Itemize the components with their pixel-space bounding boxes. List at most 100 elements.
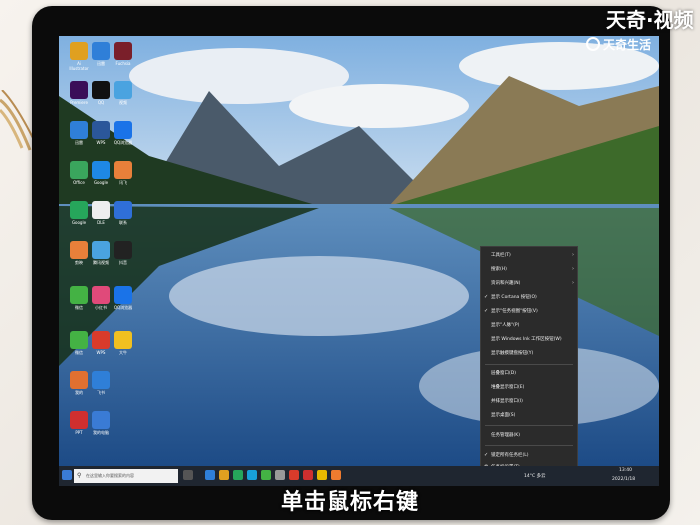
desktop-icon[interactable]: 剪映 xyxy=(67,241,91,270)
desktop-icon[interactable]: 我的电脑 xyxy=(89,411,113,440)
desktop-icon[interactable]: 飞书 xyxy=(89,371,113,400)
desktop-icon-label: 联系 xyxy=(119,220,127,225)
desktop-icon[interactable]: 讯飞 xyxy=(111,161,135,190)
menu-item-label: 任务管理器(K) xyxy=(491,433,520,438)
desktop-icon[interactable]: Ai Illustrator xyxy=(67,42,91,71)
taskbar-search-box[interactable]: ⚲ 在这里输入你要搜索的内容 xyxy=(74,469,178,483)
chevron-right-icon: › xyxy=(572,280,574,286)
desktop-icon[interactable]: 视频 xyxy=(111,81,135,110)
notes-icon[interactable] xyxy=(317,470,327,480)
desktop-icon[interactable]: 微信 xyxy=(67,331,91,360)
desktop-icon-label: 微信 xyxy=(75,305,83,310)
desktop-icon[interactable]: Google xyxy=(67,201,91,230)
desktop-icon-label: QQ浏览器 xyxy=(113,305,133,310)
menu-item-label: 并排显示窗口(I) xyxy=(491,399,523,404)
desktop-icons: Ai Illustrator 迅雷 Fuchsia Premiere QQ 视频 迅雷 WPS… xyxy=(59,36,139,466)
desktop-icon[interactable]: 迅雷 xyxy=(89,42,113,71)
menu-item[interactable]: 显示桌面(S) xyxy=(481,411,577,422)
menu-separator xyxy=(485,364,573,365)
taskbar[interactable]: ⚲ 在这里输入你要搜索的内容 14°C 多云 13:40 2022/1/18 xyxy=(59,466,659,486)
menu-item-label: 锁定所有任务栏(L) xyxy=(491,453,529,458)
desktop-icon[interactable]: QQ浏览器 xyxy=(111,286,135,315)
edge-icon[interactable] xyxy=(205,470,215,480)
menu-item[interactable]: 显示触摸键盘按钮(Y) xyxy=(481,349,577,360)
app-icon xyxy=(92,201,110,219)
desktop-icon[interactable]: 大牛 xyxy=(111,331,135,360)
menu-item[interactable]: 堆叠显示窗口(E) xyxy=(481,383,577,394)
windows-start-icon[interactable] xyxy=(62,470,72,480)
app-icon xyxy=(114,331,132,349)
menu-item[interactable]: 资讯和兴趣(N) › xyxy=(481,279,577,290)
app-icon xyxy=(114,81,132,99)
menu-item[interactable]: 层叠窗口(D) xyxy=(481,369,577,380)
desktop-icon[interactable]: 小红书 xyxy=(89,286,113,315)
desktop-icon-label: QQ浏览器 xyxy=(113,140,133,145)
desktop-icon[interactable]: PPT xyxy=(67,411,91,440)
desktop-icon-label: Google xyxy=(71,220,87,225)
desktop-icon[interactable]: 联系 xyxy=(111,201,135,230)
desktop-icon[interactable]: WPS xyxy=(89,121,113,150)
desktop-icon[interactable]: Fuchsia xyxy=(111,42,135,71)
app-icon xyxy=(70,201,88,219)
ppt-icon[interactable] xyxy=(303,470,313,480)
desktop-icon-label: Office xyxy=(73,180,85,185)
chrome-icon[interactable] xyxy=(233,470,243,480)
desktop-icon[interactable]: 抖音 xyxy=(111,241,135,270)
wechat-icon[interactable] xyxy=(261,470,271,480)
menu-item-label: 层叠窗口(D) xyxy=(491,371,516,376)
browser-icon[interactable] xyxy=(247,470,257,480)
desktop-icon-label: Premiere xyxy=(70,100,88,105)
task-view-icon[interactable] xyxy=(183,470,193,480)
weather-text[interactable]: 14°C 多云 xyxy=(524,473,546,479)
desktop-icon-label: 大牛 xyxy=(119,350,127,355)
app-icon xyxy=(92,241,110,259)
menu-item-label: 显示"人脉"(P) xyxy=(491,323,520,328)
desktop-icon[interactable]: 迅雷 xyxy=(67,121,91,150)
app-icon xyxy=(92,331,110,349)
menu-item[interactable]: ✓ 锁定所有任务栏(L) xyxy=(481,451,577,462)
app-icon xyxy=(92,42,110,60)
desktop-icon-label: 讯飞 xyxy=(119,180,127,185)
app-icon xyxy=(70,411,88,429)
menu-item[interactable]: ✓ 显示 Cortana 按钮(O) xyxy=(481,293,577,304)
menu-item[interactable]: 搜索(H) › xyxy=(481,265,577,276)
desktop-icon-label: QQ xyxy=(97,100,105,105)
desktop-icon[interactable]: DLE xyxy=(89,201,113,230)
desktop-icon-label: PPT xyxy=(75,430,83,435)
clock-date[interactable]: 2022/1/18 xyxy=(612,477,635,482)
menu-item[interactable]: 任务管理器(K) xyxy=(481,431,577,442)
desktop-icon[interactable]: QQ xyxy=(89,81,113,110)
desktop-icon-label: Ai Illustrator xyxy=(69,61,89,71)
menu-item[interactable]: 显示"人脉"(P) xyxy=(481,321,577,332)
desktop-icon-label: Google xyxy=(93,180,109,185)
desktop-icon[interactable]: 我的 xyxy=(67,371,91,400)
desktop-icon-label: Fuchsia xyxy=(115,61,131,66)
app-icon[interactable] xyxy=(275,470,285,480)
menu-item-label: 显示 Cortana 按钮(O) xyxy=(491,295,537,300)
desktop-icon[interactable]: Office xyxy=(67,161,91,190)
app2-icon[interactable] xyxy=(331,470,341,480)
folder-icon[interactable] xyxy=(219,470,229,480)
desktop-icon[interactable]: 微信 xyxy=(67,286,91,315)
app-icon xyxy=(92,371,110,389)
desktop-icon-label: 剪映 xyxy=(75,260,83,265)
desktop-icon[interactable]: QQ浏览器 xyxy=(111,121,135,150)
menu-item[interactable]: 并排显示窗口(I) xyxy=(481,397,577,408)
video-subtitle: 单击鼠标右键 xyxy=(280,490,419,515)
desktop-icon-label: 迅雷 xyxy=(75,140,83,145)
menu-item[interactable]: 工具栏(T) › xyxy=(481,251,577,262)
clock-time[interactable]: 13:40 xyxy=(619,468,632,473)
desktop-icon[interactable]: 腾讯视频 xyxy=(89,241,113,270)
desktop-icon[interactable]: Google xyxy=(89,161,113,190)
menu-item[interactable]: ✓ 显示"任务视图"按钮(V) xyxy=(481,307,577,318)
chevron-right-icon: › xyxy=(572,266,574,272)
desktop-icon-label: 抖音 xyxy=(119,260,127,265)
desktop-icon[interactable]: Premiere xyxy=(67,81,91,110)
desktop-icon-label: 飞书 xyxy=(97,390,105,395)
desktop-icon[interactable]: WPS xyxy=(89,331,113,360)
menu-item-label: 显示 Windows Ink 工作区按钮(W) xyxy=(491,337,562,342)
taskbar-context-menu: 工具栏(T) › 搜索(H) › 资讯和兴趣(N) › ✓ 显示 Cortana 按钮(O) ✓… xyxy=(480,246,578,476)
app-icon xyxy=(114,241,132,259)
menu-item[interactable]: 显示 Windows Ink 工作区按钮(W) xyxy=(481,335,577,346)
wps-icon[interactable] xyxy=(289,470,299,480)
